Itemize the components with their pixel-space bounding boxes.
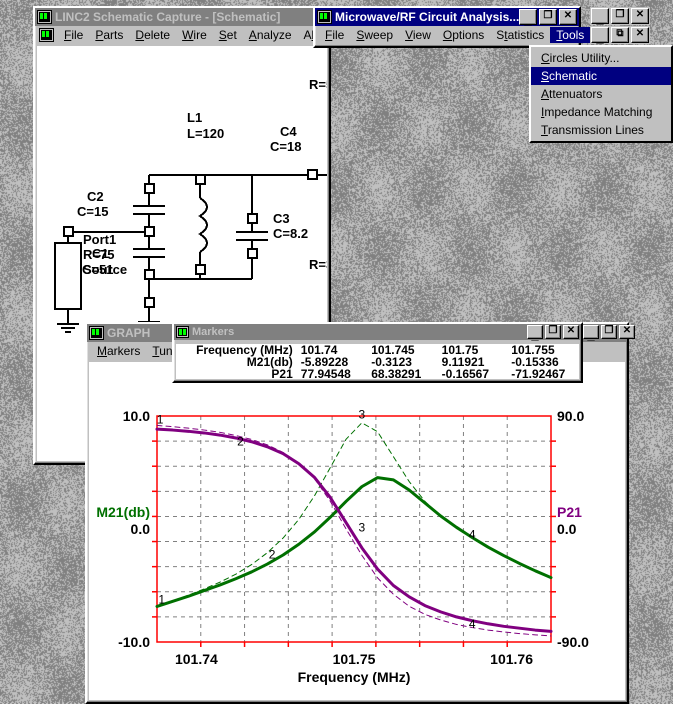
tools-item-impedance-matching[interactable]: Impedance Matching	[531, 103, 671, 121]
label-c1-1: C1	[92, 246, 109, 261]
outer-close-button[interactable]: ✕	[631, 8, 649, 24]
label-r1-2: R=3900	[309, 257, 327, 272]
outer-maximize-button[interactable]: ❐	[611, 8, 629, 24]
menu-set[interactable]: Set	[213, 27, 243, 43]
inner-restore-button[interactable]: ⧉	[611, 27, 629, 43]
inner-minimize-button[interactable]: _	[591, 27, 609, 43]
label-l1-1: L1	[187, 110, 202, 125]
menu-file[interactable]: FFileile	[58, 27, 89, 43]
schematic-window-title: LINC2 Schematic Capture - [Schematic]	[55, 10, 327, 24]
table-row: P21 77.94548 68.38291 -0.16567 -71.92467	[176, 368, 579, 379]
schematic-system-menu-icon[interactable]	[37, 10, 52, 24]
markers-window-title: Markers	[192, 326, 527, 338]
markers-extra-minimize-button[interactable]: _	[583, 325, 599, 339]
markers-table: Frequency (MHz) 101.74 101.745 101.75 10…	[176, 344, 579, 379]
tools-item-transmission-lines[interactable]: Transmission Lines	[531, 121, 671, 139]
label-l1-2: L=120	[187, 126, 224, 141]
menu-analyze[interactable]: Analyze	[243, 27, 298, 43]
svg-text:-90.0: -90.0	[557, 634, 589, 650]
tools-dropdown-menu[interactable]: Circles Utility... Schematic Attenuators…	[529, 45, 673, 143]
markers-extra-maximize-button[interactable]: ❐	[601, 325, 617, 339]
svg-text:101.76: 101.76	[490, 651, 533, 667]
markers-system-menu-icon[interactable]	[176, 326, 189, 338]
graph-menu-markers[interactable]: Markers	[91, 343, 146, 359]
menu-parts[interactable]: Parts	[89, 27, 129, 43]
graph-plot-area[interactable]: 1 2 3 4 1 2 3 4 101.74 101.75 101.76 Frequency (MHz…	[89, 362, 625, 700]
markers-table-area: Frequency (MHz) 101.74 101.745 101.75 10…	[176, 344, 579, 379]
svg-text:1: 1	[158, 593, 165, 607]
label-c3-1: C3	[273, 211, 290, 226]
schematic-titlebar[interactable]: LINC2 Schematic Capture - [Schematic]	[35, 8, 329, 26]
tools-item-schematic[interactable]: Schematic	[531, 67, 671, 85]
mw-menu-tools[interactable]: Tools	[550, 27, 590, 43]
mw-menu-sweep[interactable]: Sweep	[350, 27, 399, 43]
svg-text:4: 4	[469, 528, 476, 542]
cell-value: -71.92467	[507, 368, 579, 379]
mw-menu-options[interactable]: Options	[437, 27, 490, 43]
mw-menu-statistics[interactable]: Statistics	[490, 27, 550, 43]
markers-minimize-button[interactable]: _	[527, 325, 543, 339]
mdi-window-controls-outer[interactable]: _ ❐ ✕	[590, 7, 650, 25]
label-port1-1: Port1	[83, 232, 116, 247]
mw-menu-file[interactable]: File	[319, 27, 350, 43]
label-r2-2: R=5600	[309, 77, 327, 92]
microwave-window-controls[interactable]: _ ❐ ✕	[519, 9, 577, 25]
mw-menu-view[interactable]: View	[399, 27, 437, 43]
menu-delete[interactable]: Delete	[129, 27, 176, 43]
row-label: P21	[176, 368, 297, 379]
cell-value: -0.16567	[438, 368, 508, 379]
cell-value: 68.38291	[367, 368, 437, 379]
svg-text:M21(db): M21(db)	[96, 504, 150, 520]
svg-text:-10.0: -10.0	[118, 634, 150, 650]
schematic-doc-icon[interactable]	[39, 28, 54, 42]
plot-svg: 1 2 3 4 1 2 3 4 101.74 101.75 101.76 Frequency (MHz…	[89, 362, 625, 700]
markers-close-button[interactable]: ✕	[563, 325, 579, 339]
svg-text:90.0: 90.0	[557, 408, 584, 424]
microwave-menubar[interactable]: File Sweep View Options Statistics Tools	[317, 26, 577, 44]
minimize-button[interactable]: _	[519, 9, 537, 25]
label-c4-1: C4	[280, 124, 297, 139]
markers-window[interactable]: Markers _ ❐ ✕ Frequency (MHz) 101.74 101…	[172, 322, 583, 383]
svg-text:101.75: 101.75	[333, 651, 376, 667]
close-button[interactable]: ✕	[559, 9, 577, 25]
label-c4-2: C=18	[270, 139, 301, 154]
svg-text:0.0: 0.0	[557, 521, 577, 537]
label-c2-2: C=15	[77, 204, 108, 219]
cell-value: 77.94548	[297, 368, 367, 379]
microwave-titlebar[interactable]: Microwave/RF Circuit Analysis... _ ❐ ✕	[315, 8, 579, 26]
menu-wire[interactable]: Wire	[176, 27, 213, 43]
svg-text:2: 2	[269, 547, 276, 561]
svg-text:0.0: 0.0	[131, 521, 151, 537]
svg-text:3: 3	[359, 407, 366, 421]
microwave-window-title: Microwave/RF Circuit Analysis...	[335, 10, 519, 24]
svg-text:10.0: 10.0	[123, 408, 150, 424]
label-c2-1: C2	[87, 189, 104, 204]
svg-text:2: 2	[237, 435, 244, 449]
markers-maximize-button[interactable]: ❐	[545, 325, 561, 339]
label-c1-2: C=51	[82, 262, 113, 277]
mdi-window-controls-inner[interactable]: _ ⧉ ✕	[590, 26, 650, 44]
markers-extra-close-button[interactable]: ✕	[619, 325, 635, 339]
microwave-rf-window[interactable]: Microwave/RF Circuit Analysis... _ ❐ ✕ F…	[313, 6, 581, 48]
graph-system-menu-icon[interactable]	[89, 326, 104, 340]
outer-minimize-button[interactable]: _	[591, 8, 609, 24]
tools-item-circles-utility[interactable]: Circles Utility...	[531, 49, 671, 67]
svg-text:1: 1	[157, 413, 164, 427]
microwave-system-menu-icon[interactable]	[317, 10, 332, 24]
markers-extra-window-controls[interactable]: _ ❐ ✕	[583, 325, 635, 339]
markers-titlebar[interactable]: Markers _ ❐ ✕	[174, 324, 581, 340]
svg-text:3: 3	[359, 521, 366, 535]
maximize-button[interactable]: ❐	[539, 9, 557, 25]
inner-close-button[interactable]: ✕	[631, 27, 649, 43]
svg-text:4: 4	[469, 617, 476, 631]
svg-text:P21: P21	[557, 504, 582, 520]
tools-item-attenuators[interactable]: Attenuators	[531, 85, 671, 103]
svg-text:101.74: 101.74	[175, 651, 218, 667]
markers-window-controls[interactable]: _ ❐ ✕	[527, 325, 579, 339]
label-c3-2: C=8.2	[273, 226, 308, 241]
svg-text:Frequency (MHz): Frequency (MHz)	[298, 669, 411, 685]
schematic-menubar[interactable]: FFileile Parts Delete Wire Set Analyze A…	[37, 26, 327, 44]
